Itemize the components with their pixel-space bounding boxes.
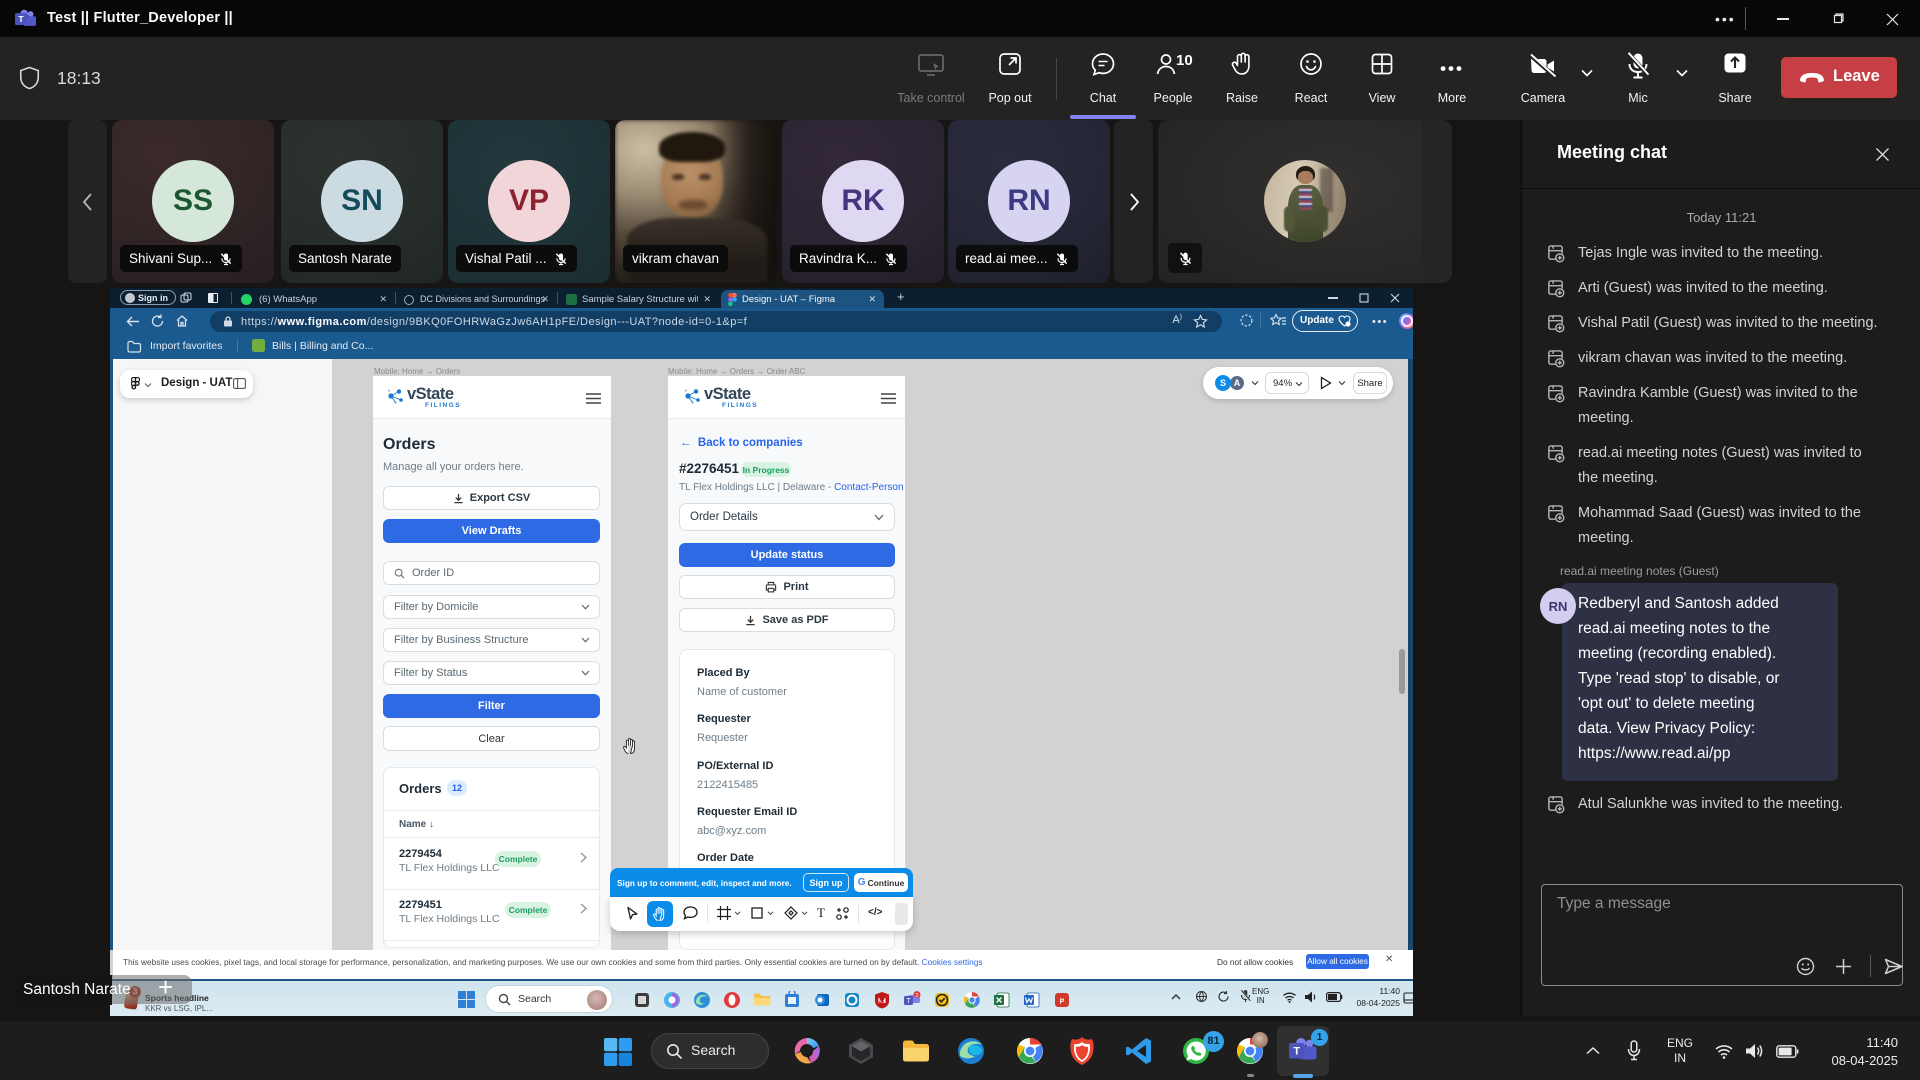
svg-text:2: 2	[915, 993, 918, 999]
svg-text:T: T	[1293, 1046, 1300, 1058]
svg-text:P: P	[1060, 999, 1065, 1006]
svg-text:T: T	[18, 14, 24, 24]
svg-text:T: T	[906, 998, 911, 1005]
